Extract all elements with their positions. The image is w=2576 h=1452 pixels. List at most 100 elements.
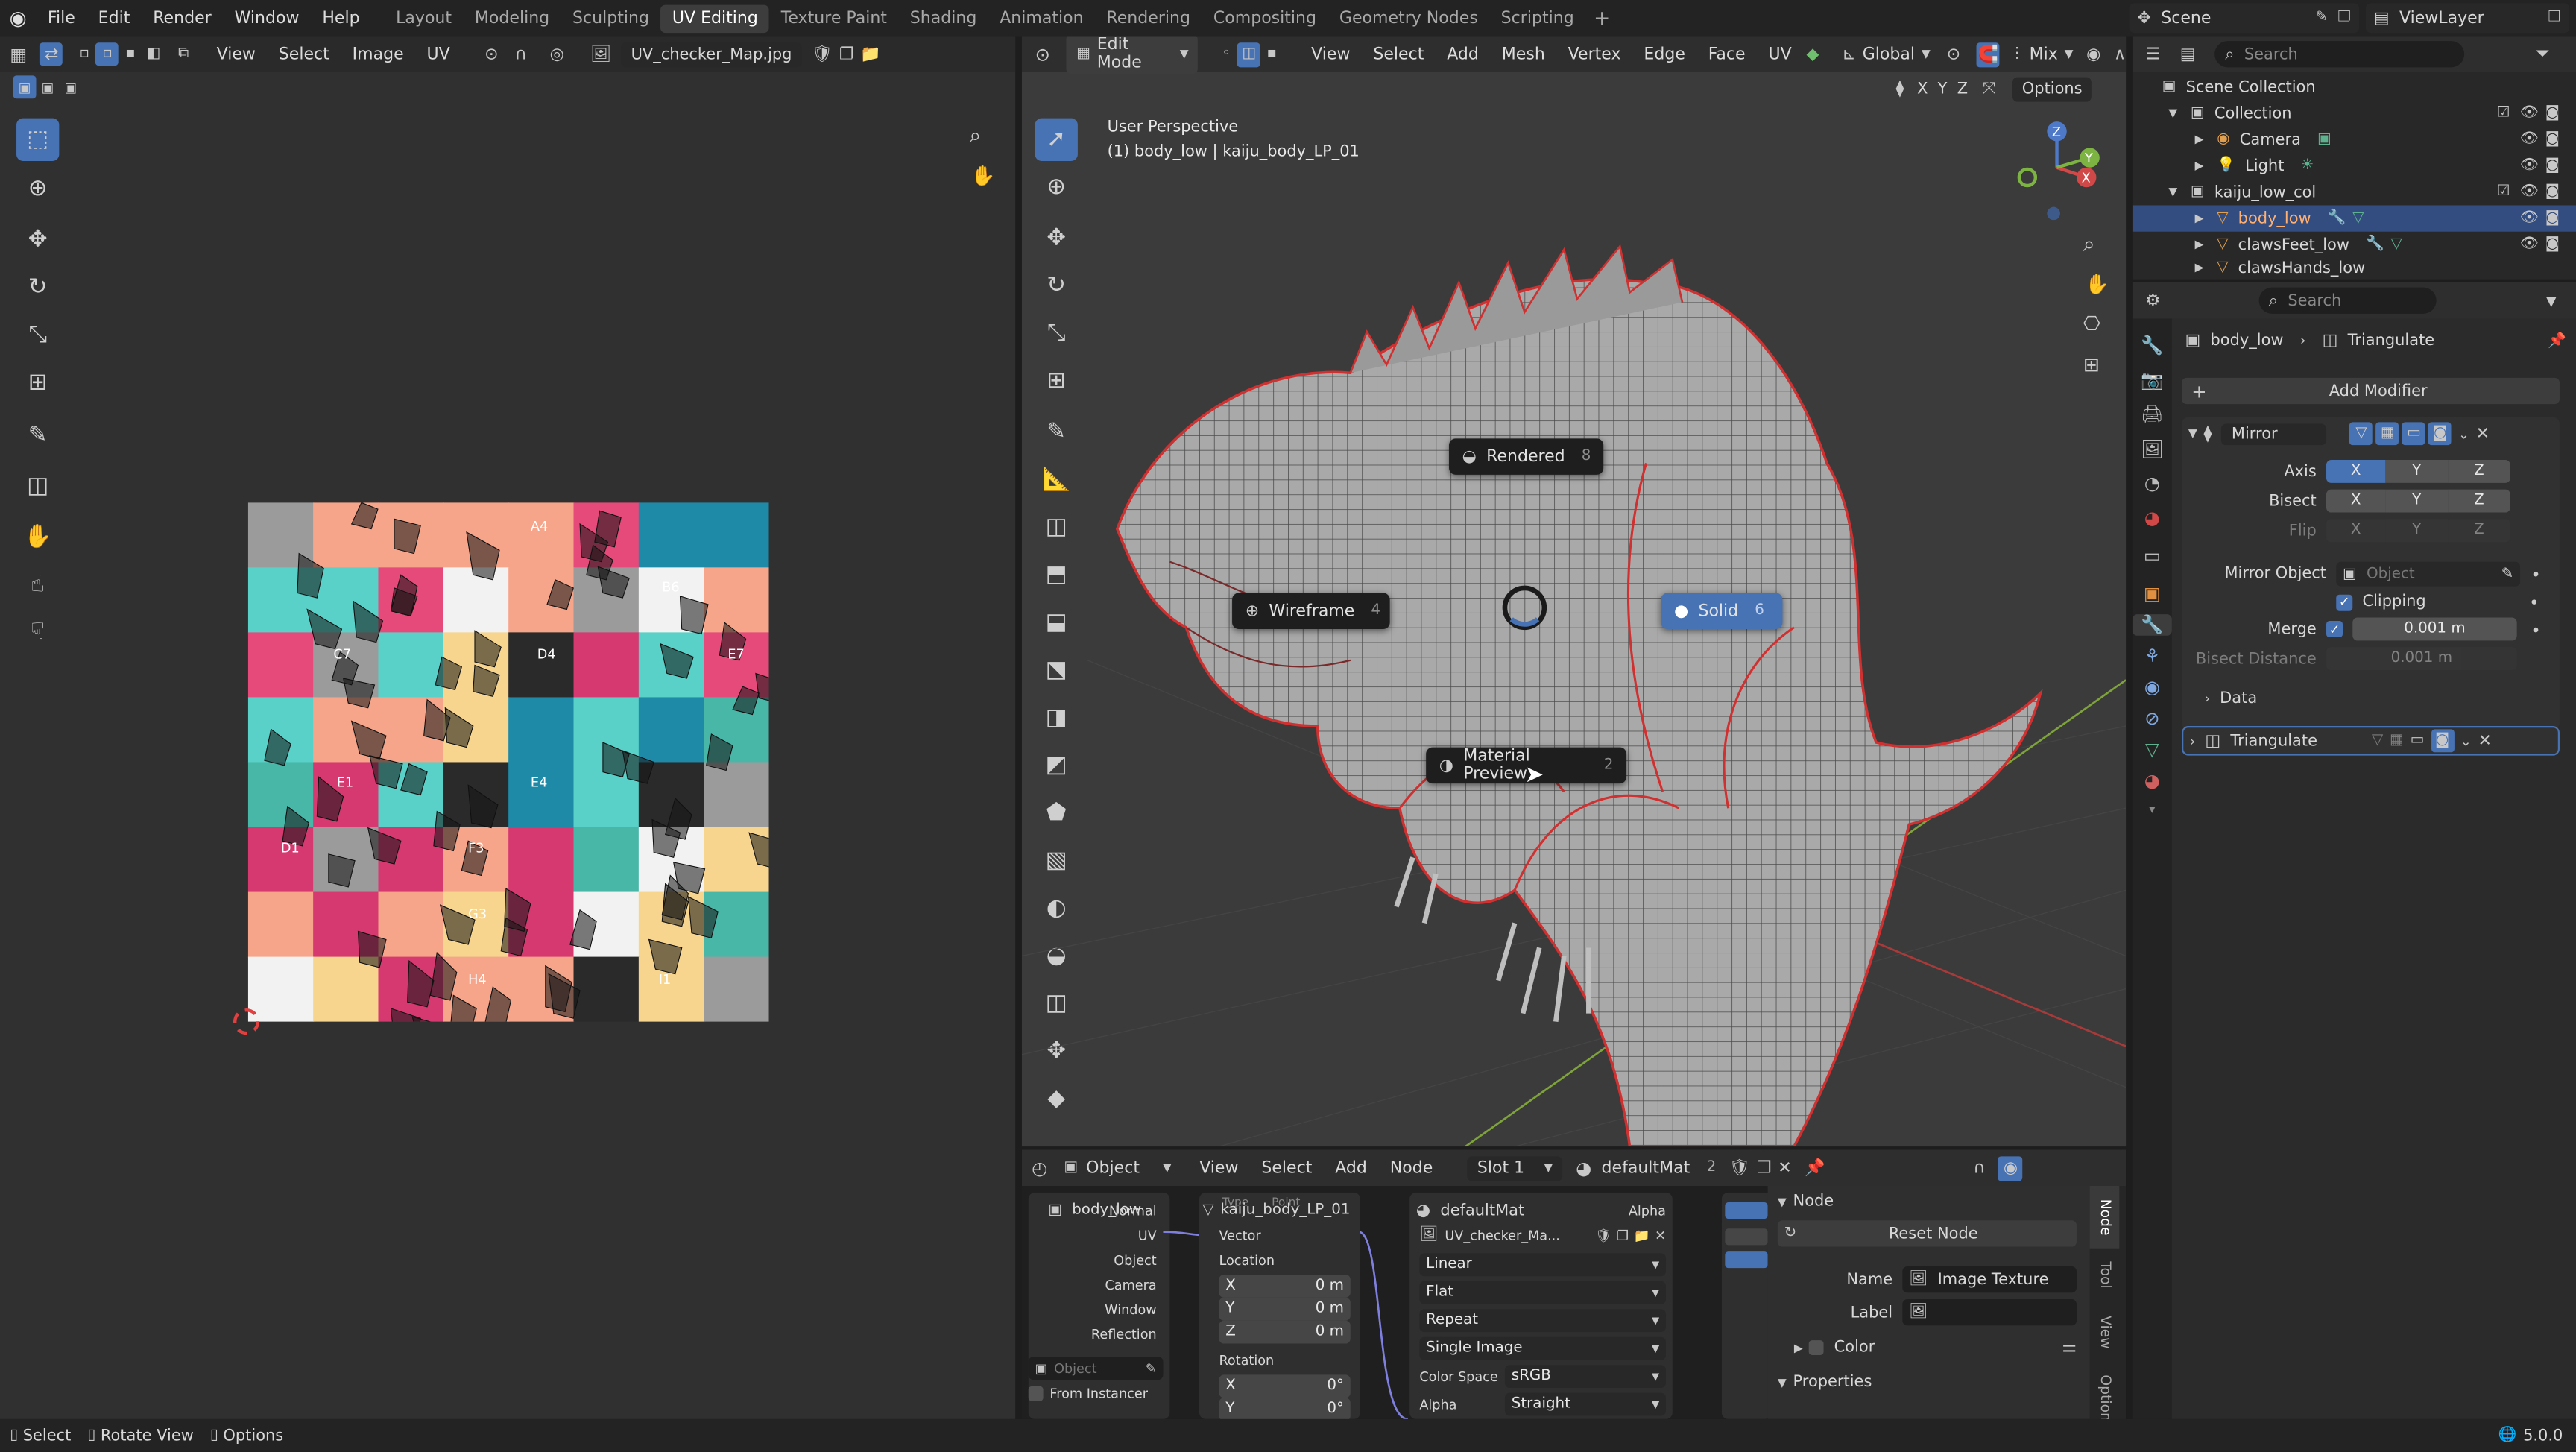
- camera-render-icon[interactable]: ◙: [2545, 131, 2560, 148]
- bsdf-socket-1[interactable]: [1725, 1202, 1768, 1219]
- projection-dropdown[interactable]: Flat ▼: [1419, 1281, 1666, 1304]
- triangulate-modifier-panel[interactable]: › ◫ Triangulate ▽ ▦ ▭ ◙ ⌄ ✕: [2182, 725, 2560, 756]
- chevron-down-icon[interactable]: ▼: [2546, 293, 2557, 308]
- tab-shading[interactable]: Shading: [898, 4, 988, 32]
- eye-icon[interactable]: 👁: [2520, 210, 2539, 227]
- chevron-down-icon[interactable]: ▼: [2168, 186, 2177, 199]
- tab-physics-icon[interactable]: ◉: [2133, 677, 2172, 698]
- display-mode-icon[interactable]: ▤: [2180, 45, 2196, 63]
- tab-scripting[interactable]: Scripting: [1489, 4, 1585, 32]
- checkbox-icon[interactable]: ☑: [2497, 105, 2510, 121]
- image-browse-icon[interactable]: 🖼: [1419, 1227, 1438, 1243]
- tab-rendering[interactable]: Rendering: [1095, 4, 1202, 32]
- pin-icon[interactable]: 📌: [2548, 332, 2566, 349]
- menu-render[interactable]: Render: [142, 9, 223, 27]
- bisect-x-toggle[interactable]: X: [2326, 489, 2386, 513]
- new-select-icon[interactable]: ▣: [13, 75, 37, 99]
- pin-icon[interactable]: ✎: [2315, 10, 2328, 26]
- tab-tool-icon[interactable]: 🔧: [2133, 335, 2172, 357]
- filter-icon[interactable]: ⏷: [2535, 42, 2549, 66]
- subtract-select-icon[interactable]: ▣: [59, 75, 82, 98]
- keyframe-dot-icon[interactable]: [2533, 626, 2539, 632]
- axis-y-toggle[interactable]: Y: [2385, 460, 2449, 483]
- properties-subpanel[interactable]: ▼ Properties: [1778, 1373, 2077, 1391]
- chevron-right-icon[interactable]: ›: [2190, 733, 2195, 748]
- uv-editor[interactable]: ▦ ⇄ ▫ ▫ ▪ ◧ ⧉ View Select Image UV ⊙ ∩ ◎…: [0, 36, 1016, 1419]
- extend-select-icon[interactable]: ▣: [36, 75, 59, 98]
- sidebar-tab-node[interactable]: Node: [2089, 1185, 2120, 1249]
- open-image-icon[interactable]: 📁: [1634, 1228, 1650, 1243]
- chevron-right-icon[interactable]: ▶: [2195, 133, 2204, 146]
- tab-object-icon[interactable]: ▣: [2133, 583, 2172, 605]
- color-presets-icon[interactable]: ⚌: [2062, 1339, 2077, 1357]
- reset-node-button[interactable]: ↻ Reset Node: [1777, 1220, 2077, 1247]
- chevron-right-icon[interactable]: ▶: [2195, 160, 2204, 173]
- vp-camera-icon[interactable]: ⎔: [2083, 312, 2100, 335]
- outliner-item-collection[interactable]: ▼ ▣ Collection ☑ 👁 ◙: [2133, 100, 2576, 126]
- color-space-dropdown[interactable]: sRGB ▼: [1504, 1365, 1666, 1389]
- outliner-item-clawsfeet-low[interactable]: ▶ ▽ clawsFeet_low 🔧 ▽ 👁 ◙: [2133, 232, 2576, 258]
- tab-animation[interactable]: Animation: [988, 4, 1095, 32]
- bisect-z-toggle[interactable]: Z: [2448, 489, 2510, 513]
- flip-z-toggle[interactable]: Z: [2448, 519, 2510, 543]
- location-y-field[interactable]: Y 0 m: [1219, 1297, 1351, 1321]
- vp-zoom-icon[interactable]: ⌕: [2083, 233, 2095, 258]
- node-name-field[interactable]: 🖼 Image Texture: [1902, 1266, 2077, 1293]
- tab-modeling[interactable]: Modeling: [463, 4, 561, 32]
- uv-sync-icon[interactable]: ⇄: [40, 42, 63, 66]
- eye-icon[interactable]: 👁: [2520, 131, 2539, 148]
- new-image-icon[interactable]: ❐: [1617, 1228, 1629, 1243]
- chevron-right-icon[interactable]: ▶: [2195, 212, 2204, 225]
- render-toggle-icon[interactable]: ◙: [2431, 729, 2455, 753]
- chevron-down-icon[interactable]: ⌄: [2460, 733, 2472, 748]
- outliner-item-light[interactable]: ▶ 💡 Light ☀ 👁 ◙: [2133, 153, 2576, 179]
- tab-material-icon[interactable]: ◕: [2133, 770, 2172, 792]
- flip-x-toggle[interactable]: X: [2326, 519, 2386, 543]
- image-name-field[interactable]: UV_checker_Map.jpg: [621, 42, 802, 67]
- tab-uv-editing[interactable]: UV Editing: [660, 4, 770, 32]
- color-subpanel[interactable]: ▶ Color ⚌: [1794, 1339, 2077, 1357]
- vertex-select-icon[interactable]: ▫: [73, 42, 96, 66]
- cursor-tool-icon[interactable]: ⊕: [16, 168, 59, 210]
- tab-texture-icon[interactable]: ▾: [2133, 801, 2172, 816]
- outliner[interactable]: ☰ ▤ ⌕ Search ⏷ ▣ Scene Collection ▼ ▣ Co…: [2132, 36, 2576, 280]
- pie-wireframe-button[interactable]: ⊕ Wireframe 4: [1232, 593, 1390, 629]
- eye-icon[interactable]: 👁: [2520, 158, 2539, 174]
- uv-pan-icon[interactable]: ✋: [971, 164, 996, 187]
- data-subpanel[interactable]: › Data: [2182, 690, 2560, 708]
- bisect-distance-field[interactable]: 0.001 m: [2326, 647, 2517, 671]
- checkbox-checked-icon[interactable]: ✓: [2336, 593, 2353, 610]
- scale-tool-icon[interactable]: ⤡: [16, 314, 59, 356]
- rotation-y-field[interactable]: Y 0°: [1219, 1398, 1351, 1419]
- outliner-item-clawshands-low[interactable]: ▶ ▽ clawsHands_low: [2133, 258, 2576, 277]
- outliner-search[interactable]: ⌕ Search: [2215, 41, 2466, 68]
- pinch-tool-icon[interactable]: ☟: [16, 611, 59, 654]
- eyedropper-icon[interactable]: ✎: [2501, 566, 2514, 582]
- tab-modifier-icon[interactable]: 🔧: [2132, 614, 2172, 636]
- triangulate-name[interactable]: Triangulate: [2230, 732, 2358, 750]
- island-select-icon[interactable]: ◧: [142, 42, 165, 66]
- eye-icon[interactable]: 👁: [2520, 184, 2539, 201]
- mirror-header[interactable]: ▼ ⧫ Mirror ▽ ▦ ▭ ◙ ⌄ ✕: [2182, 417, 2560, 450]
- face-select-icon[interactable]: ▪: [119, 42, 142, 66]
- checkbox-checked-icon[interactable]: ✓: [2326, 620, 2343, 637]
- uv-menu-select[interactable]: Select: [267, 45, 341, 63]
- unlink-image-icon[interactable]: ✕: [1655, 1228, 1666, 1243]
- chevron-down-icon[interactable]: ▼: [2168, 107, 2177, 120]
- camera-render-icon[interactable]: ◙: [2545, 184, 2560, 201]
- mirror-name-field[interactable]: Mirror: [2221, 423, 2327, 445]
- uv-menu-uv[interactable]: UV: [415, 45, 461, 63]
- viewport-3d[interactable]: ⊙ ▦ Edit Mode ▼ ◦ ◫ ▪ View Select Add Me…: [1021, 36, 2127, 1147]
- new-scene-icon[interactable]: ❐: [2337, 10, 2351, 26]
- outliner-item-body-low[interactable]: ▶ ▽ body_low 🔧 ▽ 👁 ◙: [2132, 205, 2576, 232]
- render-toggle-icon[interactable]: ◙: [2428, 422, 2452, 446]
- chevron-down-icon[interactable]: ⌄: [2458, 426, 2469, 441]
- clipping-row[interactable]: ✓ Clipping: [2182, 593, 2560, 611]
- axis-z-toggle[interactable]: Z: [2448, 460, 2510, 483]
- transform-tool-icon[interactable]: ⊞: [16, 362, 59, 404]
- annotate-tool-icon[interactable]: ✎: [16, 414, 59, 456]
- new-viewlayer-icon[interactable]: ❐: [2548, 10, 2561, 26]
- checkbox-icon[interactable]: ☑: [2497, 184, 2510, 201]
- image-selector[interactable]: 🖼 UV_checker_Ma... 🛡 ❐ 📁 ✕: [1419, 1227, 1666, 1243]
- camera-render-icon[interactable]: ◙: [2545, 236, 2560, 253]
